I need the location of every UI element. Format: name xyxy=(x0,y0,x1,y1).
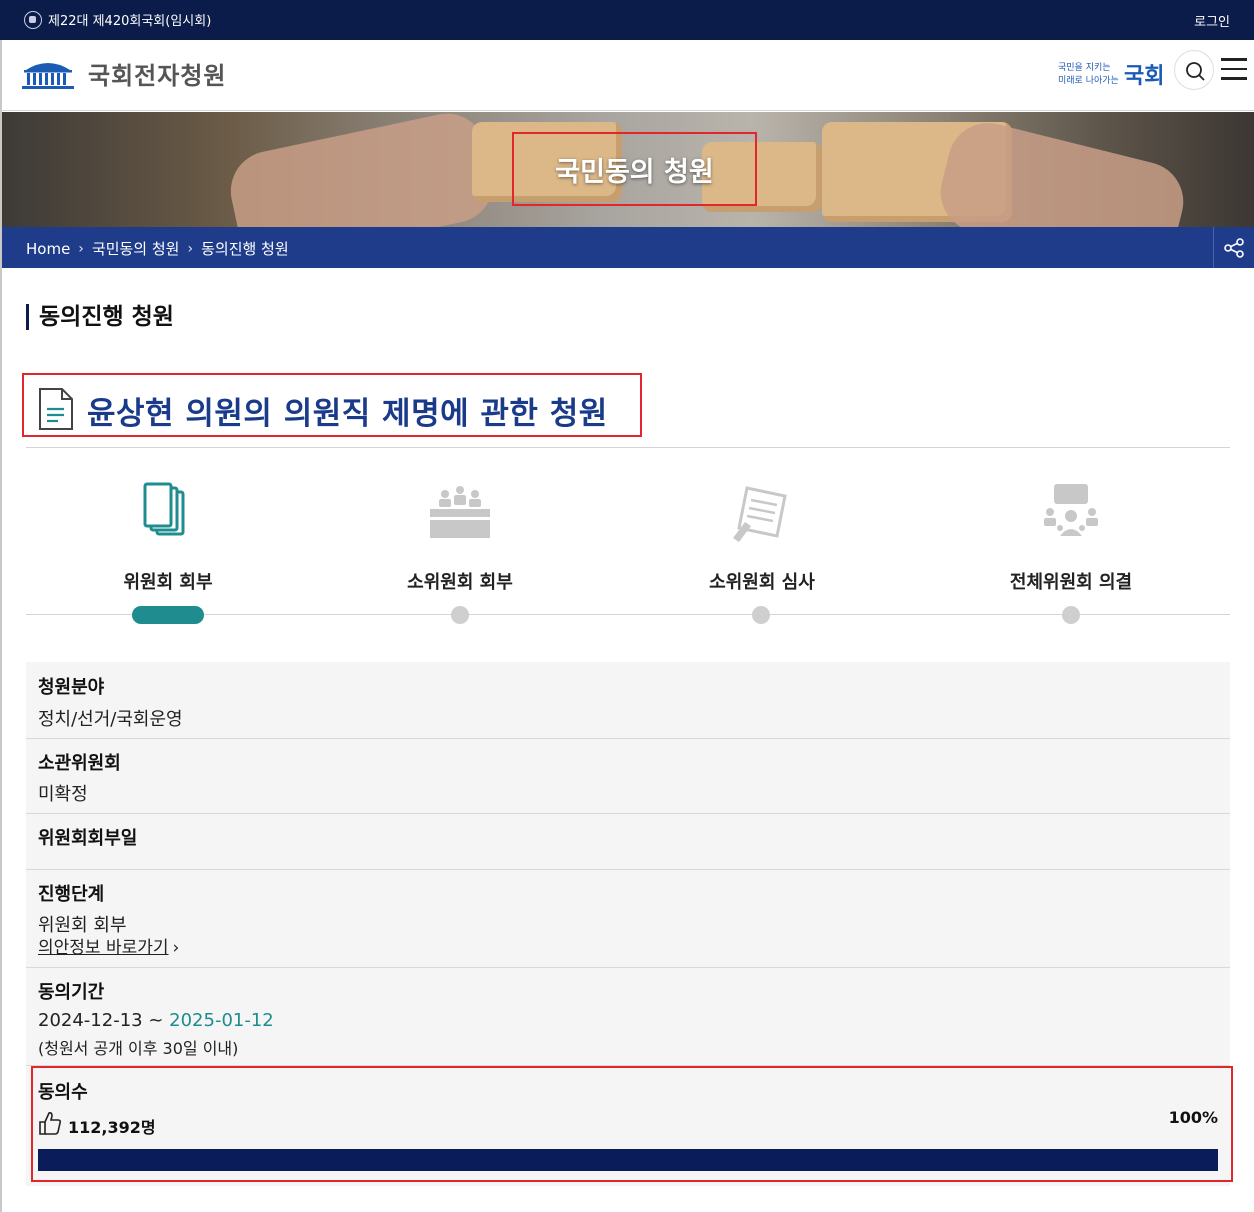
share-button[interactable] xyxy=(1213,227,1254,268)
period-end: 2025-01-12 xyxy=(169,1010,274,1031)
section-title: 동의진행 청원 xyxy=(26,304,174,330)
site-header: 국회전자청원 국민을 지키는 미래로 나아가는 국회 xyxy=(0,40,1254,111)
share-icon xyxy=(1224,237,1244,258)
slogan-line-1: 국민을 지키는 xyxy=(1058,63,1111,73)
info-row-field: 청원분야 정치/선거/국회운영 xyxy=(26,662,1230,739)
step-label: 위원회 회부 xyxy=(123,572,213,593)
step-indicator xyxy=(1062,606,1080,624)
step-subcommittee-review: 소위원회 심사 xyxy=(652,478,872,594)
breadcrumb-current[interactable]: 동의진행 청원 xyxy=(201,238,289,259)
bill-info-link-label: 의안정보 바로가기 xyxy=(38,938,169,958)
conference-icon xyxy=(1044,484,1098,536)
documents-icon xyxy=(143,482,185,536)
step-plenary-vote: 전체위원회 의결 xyxy=(961,478,1181,594)
step-indicator-active xyxy=(132,606,204,624)
info-row-period: 동의기간 2024-12-13 ~ 2025-01-12 (청원서 공개 이후 … xyxy=(26,968,1230,1066)
assembly-slogan: 국민을 지키는 미래로 나아가는 국회 xyxy=(1058,58,1170,90)
period-separator: ~ xyxy=(142,1010,170,1031)
review-icon xyxy=(733,486,787,542)
menu-button[interactable] xyxy=(1221,58,1249,82)
title-divider xyxy=(26,447,1230,448)
info-label: 소관위원회 xyxy=(38,753,121,774)
site-logo[interactable]: 국회전자청원 xyxy=(20,56,226,91)
info-row-committee: 소관위원회 미확정 xyxy=(26,739,1230,814)
chevron-right-icon: › xyxy=(172,938,180,958)
step-label: 전체위원회 의결 xyxy=(1009,572,1133,593)
info-label: 청원분야 xyxy=(38,677,105,698)
session-info: 제22대 제420회국회(임시회) xyxy=(24,10,211,29)
slogan-big-text: 국회 xyxy=(1124,64,1165,89)
hero-hand-left xyxy=(223,112,501,227)
chevron-right-icon: › xyxy=(187,240,194,257)
slogan-line-2: 미래로 나아가는 xyxy=(1058,76,1119,86)
assembly-logo-icon xyxy=(22,62,74,89)
period-start: 2024-12-13 xyxy=(38,1010,143,1031)
info-label: 위원회회부일 xyxy=(38,828,138,849)
document-icon xyxy=(39,388,73,430)
hero-hand-right xyxy=(932,114,1192,227)
breadcrumb-trail: Home › 국민동의 청원 › 동의진행 청원 xyxy=(26,238,289,259)
assembly-emblem-icon xyxy=(24,10,42,29)
meeting-icon xyxy=(430,486,490,538)
menu-icon-line xyxy=(1221,77,1247,80)
vote-percentage: 100% xyxy=(1168,1108,1218,1127)
thumbs-up-icon xyxy=(39,1112,62,1135)
vote-progress-fill xyxy=(38,1149,1218,1171)
session-label: 제22대 제420회국회(임시회) xyxy=(48,14,212,29)
step-label: 소위원회 심사 xyxy=(709,572,815,593)
petition-title: 윤상현 의원의 의원직 제명에 관한 청원 xyxy=(87,396,608,432)
login-link[interactable]: 로그인 xyxy=(1194,11,1230,30)
search-icon xyxy=(1186,62,1205,81)
top-bar: 제22대 제420회국회(임시회) 로그인 xyxy=(0,0,1254,40)
step-subcommittee-referral: 소위원회 회부 xyxy=(350,478,570,594)
bill-info-link[interactable]: 의안정보 바로가기 › xyxy=(38,933,179,958)
info-label: 진행단계 xyxy=(38,884,105,905)
period-note: (청원서 공개 이후 30일 이내) xyxy=(38,1039,239,1058)
info-label: 동의기간 xyxy=(38,982,105,1003)
info-value: 정치/선거/국회운영 xyxy=(38,709,183,730)
info-row-stage: 진행단계 위원회 회부 의안정보 바로가기 › xyxy=(26,870,1230,968)
vote-progress-bar xyxy=(38,1149,1218,1171)
vote-count: 112,392명 xyxy=(68,1118,156,1137)
period-value: 2024-12-13 ~ 2025-01-12 xyxy=(38,1010,274,1031)
step-track xyxy=(26,614,1230,615)
breadcrumb: Home › 국민동의 청원 › 동의진행 청원 xyxy=(2,227,1254,268)
step-label: 소위원회 회부 xyxy=(407,572,513,593)
menu-icon xyxy=(1221,58,1247,61)
step-indicator xyxy=(451,606,469,624)
breadcrumb-home[interactable]: Home xyxy=(26,240,70,258)
site-title: 국회전자청원 xyxy=(88,62,227,90)
info-row-referral-date: 위원회회부일 xyxy=(26,814,1230,870)
chevron-right-icon: › xyxy=(78,240,84,257)
search-button[interactable] xyxy=(1174,50,1214,90)
step-indicator xyxy=(752,606,770,624)
step-committee-referral: 위원회 회부 xyxy=(58,478,278,594)
menu-icon-line xyxy=(1221,67,1247,70)
breadcrumb-petitions[interactable]: 국민동의 청원 xyxy=(92,238,180,259)
hero-title: 국민동의 청원 xyxy=(555,157,714,188)
info-value: 미확정 xyxy=(38,784,88,805)
